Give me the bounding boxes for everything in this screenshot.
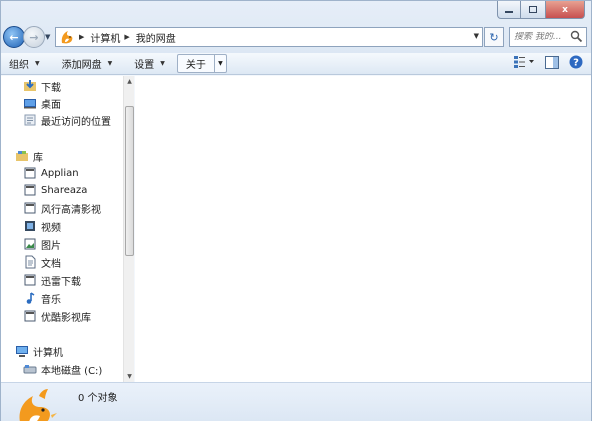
sidebar-item-label: 下载 [41,82,61,94]
sidebar-item-label: 本地磁盘 (C:) [41,365,103,377]
organize-menu[interactable]: 组织 ▼ [1,54,48,74]
refresh-button[interactable]: ↻ [484,27,504,47]
hard-drive-icon [23,365,37,374]
generic-library-icon [24,167,36,179]
sidebar-item-label: Applian [41,167,79,179]
sidebar-item-label: 迅雷下载 [41,276,81,288]
downloads-folder-icon [24,80,36,91]
help-icon[interactable]: ? [569,55,583,69]
history-dropdown[interactable]: ▼ [45,33,50,41]
refresh-icon: ↻ [489,30,499,44]
sidebar-scrollbar[interactable]: ▲ ▼ [123,76,134,382]
sidebar-item-downloads[interactable]: 下载 [23,78,61,94]
sidebar-item-applian[interactable]: Applian [23,165,79,181]
sidebar-item-label: 最近访问的位置 [41,116,111,128]
chevron-down-icon: ▼ [107,60,113,67]
breadcrumb-separator-icon: ▶ [124,33,130,41]
recent-places-icon [24,114,36,126]
generic-library-icon [24,310,36,322]
back-arrow-icon: ← [9,30,19,44]
settings-menu[interactable]: 设置 ▼ [126,54,173,74]
view-controls: ? [513,55,583,69]
details-pane: 0 个对象 [1,382,591,421]
add-drive-menu[interactable]: 添加网盘 ▼ [54,54,121,74]
sidebar-item-label: 风行高清影视 [41,204,101,216]
change-view-icon[interactable] [513,55,535,69]
sidebar-item-recent[interactable]: 最近访问的位置 [23,112,111,128]
sidebar-item-computer[interactable]: 计算机 [15,343,63,359]
sidebar-item-music[interactable]: 音乐 [23,290,61,306]
breadcrumb-my-drive[interactable]: 我的网盘 [136,30,176,45]
file-list-area[interactable] [135,76,591,382]
search-icon[interactable] [570,30,583,43]
close-icon: x [562,4,568,15]
sidebar-item-label: 图片 [41,240,61,252]
navigation-bar: ← → ▼ ▶ 计算机 ▶ 我的网盘 ▼ ↻ [1,23,591,51]
video-library-icon [25,221,35,231]
address-dropdown-icon[interactable]: ▼ [474,32,479,40]
sidebar-item-library[interactable]: 库 [15,148,43,164]
computer-icon [16,346,28,357]
add-drive-label: 添加网盘 [61,60,102,71]
object-count: 0 个对象 [78,393,118,404]
music-note-icon [26,292,35,304]
sidebar-item-videos[interactable]: 视频 [23,218,61,234]
sidebar-item-label: 视频 [41,222,61,234]
preview-pane-icon[interactable] [545,55,559,69]
chevron-down-icon: ▼ [35,60,40,67]
sidebar-item-thunder[interactable]: 迅雷下载 [23,272,81,288]
generic-library-icon [24,202,36,214]
scroll-up-icon[interactable]: ▲ [124,76,135,87]
sidebar-item-documents[interactable]: 文档 [23,254,61,270]
minimize-icon [505,11,513,13]
command-toolbar: 组织 ▼ 添加网盘 ▼ 设置 ▼ 关于 ▼ ? [1,53,591,75]
minimize-button[interactable] [497,1,521,19]
scroll-thumb[interactable] [125,106,134,256]
sidebar-item-label: 库 [33,152,43,164]
sidebar-item-label: 文档 [41,258,61,270]
fox-drive-icon [61,31,73,44]
maximize-button[interactable] [521,1,545,19]
chevron-down-icon: ▼ [160,60,165,67]
sidebar-item-youku[interactable]: 优酷影视库 [23,308,91,324]
sidebar-item-desktop[interactable]: 桌面 [23,95,61,111]
sidebar-item-shareaza[interactable]: Shareaza [23,182,87,198]
sidebar-item-local-disk[interactable]: 本地磁盘 (C:) [23,361,102,377]
sidebar-item-pictures[interactable]: 图片 [23,236,61,252]
sidebar-item-label: 桌面 [41,99,61,111]
library-icon [16,151,28,161]
window-controls: x [497,1,585,19]
address-bar[interactable]: ▶ 计算机 ▶ 我的网盘 ▼ [55,27,483,47]
svg-text:?: ? [573,58,579,69]
back-button[interactable]: ← [3,26,25,48]
sidebar-item-funshion[interactable]: 风行高清影视 [23,200,101,216]
navigation-pane: 下载 桌面 最近访问的位置 库 Applian Shareaza 风行高清影视 … [1,76,123,382]
generic-library-icon [24,274,36,286]
scroll-down-icon[interactable]: ▼ [124,371,135,382]
maximize-icon [529,6,537,13]
about-split-button[interactable]: 关于 ▼ [176,54,227,73]
pictures-library-icon [24,238,36,250]
documents-library-icon [25,255,36,269]
sidebar-item-label: 优酷影视库 [41,312,91,324]
close-window-button[interactable]: x [545,1,585,19]
generic-library-icon [24,184,36,196]
explorer-window: x ← → ▼ ▶ 计算机 ▶ 我的网盘 ▼ ↻ 搜索 我的... 组织 ▼ 添… [0,0,592,421]
organize-label: 组织 [9,60,29,71]
breadcrumb-computer[interactable]: 计算机 [90,30,120,45]
search-input[interactable] [514,32,574,42]
fox-drive-logo-icon [19,389,57,421]
about-label[interactable]: 关于 [178,55,214,72]
breadcrumb-separator-icon: ▶ [79,33,85,41]
desktop-icon [24,99,36,109]
forward-button[interactable]: → [23,26,45,48]
sidebar-item-label: 音乐 [41,294,61,306]
sidebar-item-label: 计算机 [33,347,63,359]
chevron-down-icon[interactable]: ▼ [213,55,226,72]
sidebar-item-label: Shareaza [41,184,88,196]
forward-arrow-icon: → [29,30,39,44]
settings-label: 设置 [134,60,155,71]
search-box[interactable] [509,27,587,47]
